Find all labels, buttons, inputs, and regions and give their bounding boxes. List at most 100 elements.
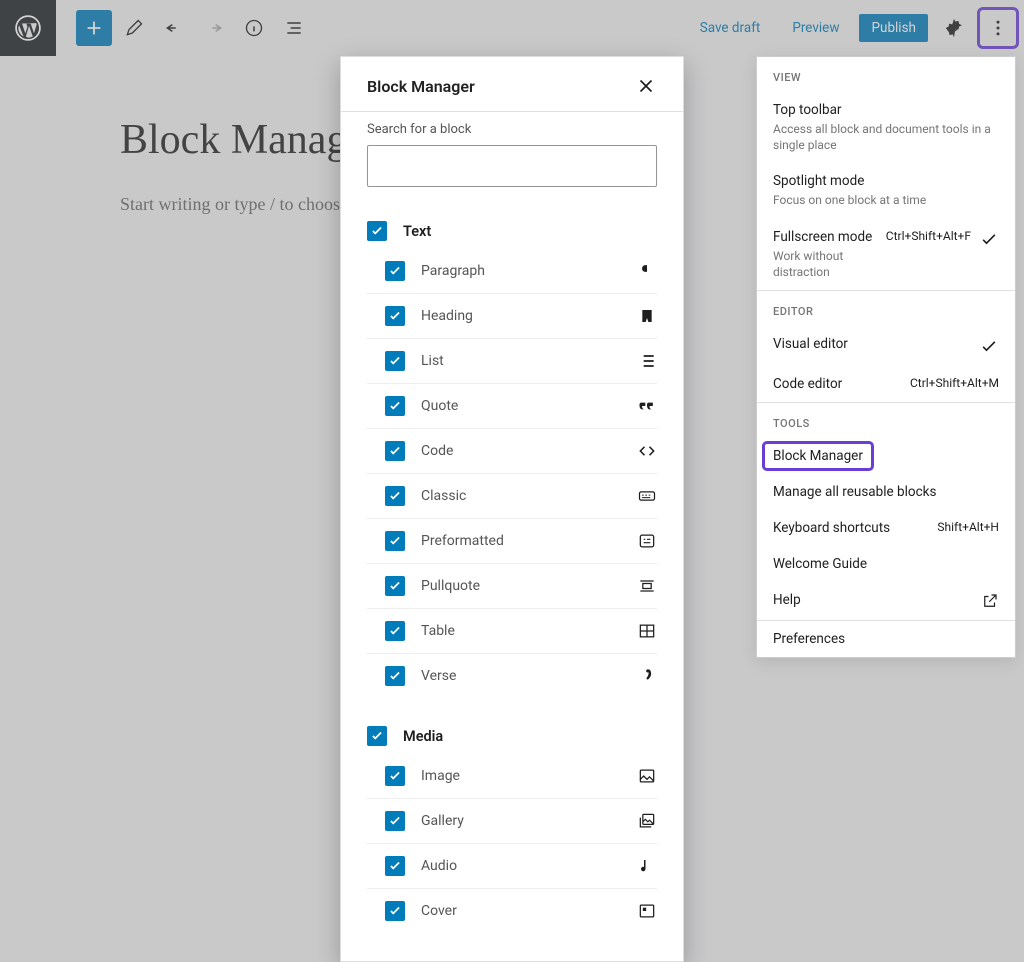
block-label: Audio <box>421 858 621 874</box>
preformatted-icon <box>637 531 657 551</box>
block-item[interactable]: List <box>367 339 657 384</box>
checkbox-checked[interactable] <box>385 766 405 786</box>
checkbox-checked[interactable] <box>385 396 405 416</box>
block-item[interactable]: Table <box>367 609 657 654</box>
paragraph-icon <box>637 261 657 281</box>
menu-fullscreen-mode[interactable]: Fullscreen mode Work without distraction… <box>757 219 1015 290</box>
checkbox-checked[interactable] <box>367 726 387 746</box>
outline-button[interactable] <box>276 10 312 46</box>
block-item[interactable]: Verse <box>367 654 657 698</box>
list-icon <box>637 351 657 371</box>
classic-icon <box>637 486 657 506</box>
table-icon <box>637 621 657 641</box>
block-label: Gallery <box>421 813 621 829</box>
edit-mode-button[interactable] <box>116 10 152 46</box>
modal-title: Block Manager <box>367 77 475 96</box>
menu-welcome-guide[interactable]: Welcome Guide <box>757 546 1015 582</box>
block-item[interactable]: Audio <box>367 844 657 889</box>
audio-icon <box>637 856 657 876</box>
menu-section-editor: Editor <box>757 291 1015 326</box>
block-item[interactable]: Heading <box>367 294 657 339</box>
check-icon <box>979 336 999 356</box>
menu-preferences[interactable]: Preferences <box>757 621 1015 657</box>
add-block-button[interactable] <box>76 10 112 46</box>
search-label: Search for a block <box>367 122 657 137</box>
settings-button[interactable] <box>936 10 972 46</box>
checkbox-checked[interactable] <box>385 901 405 921</box>
save-draft-button[interactable]: Save draft <box>688 14 773 42</box>
block-list[interactable]: Text Paragraph Heading List Quote Code Classic… <box>341 205 683 961</box>
category-name: Media <box>403 728 443 745</box>
block-item[interactable]: Preformatted <box>367 519 657 564</box>
block-item[interactable]: Pullquote <box>367 564 657 609</box>
menu-top-toolbar[interactable]: Top toolbar Access all block and documen… <box>757 92 1015 163</box>
checkbox-checked[interactable] <box>385 306 405 326</box>
checkbox-checked[interactable] <box>385 351 405 371</box>
block-category: Media Image Gallery Audio Cover <box>341 710 683 945</box>
block-label: Image <box>421 768 621 784</box>
cover-icon <box>637 901 657 921</box>
info-button[interactable] <box>236 10 272 46</box>
block-label: Code <box>421 443 621 459</box>
category-header[interactable]: Text <box>367 213 657 249</box>
checkbox-checked[interactable] <box>385 621 405 641</box>
block-item[interactable]: Paragraph <box>367 249 657 294</box>
block-manager-modal: Block Manager Search for a block Text Par… <box>340 56 684 962</box>
checkbox-checked[interactable] <box>385 666 405 686</box>
gallery-icon <box>637 811 657 831</box>
search-input[interactable] <box>367 145 657 187</box>
menu-reusable-blocks[interactable]: Manage all reusable blocks <box>757 474 1015 510</box>
pullquote-icon <box>637 576 657 596</box>
block-label: Quote <box>421 398 621 414</box>
checkbox-checked[interactable] <box>385 531 405 551</box>
checkbox-checked[interactable] <box>385 811 405 831</box>
block-category: Text Paragraph Heading List Quote Code Classic… <box>341 205 683 710</box>
more-options-button[interactable] <box>980 10 1016 46</box>
block-label: Classic <box>421 488 621 504</box>
quote-icon <box>637 396 657 416</box>
verse-icon <box>637 666 657 686</box>
block-item[interactable]: Quote <box>367 384 657 429</box>
category-header[interactable]: Media <box>367 718 657 754</box>
external-link-icon <box>981 592 999 610</box>
block-label: Heading <box>421 308 621 324</box>
menu-keyboard-shortcuts[interactable]: Keyboard shortcuts Shift+Alt+H <box>757 510 1015 546</box>
menu-section-tools: Tools <box>757 403 1015 438</box>
block-label: Table <box>421 623 621 639</box>
menu-block-manager[interactable]: Block Manager <box>757 438 1015 474</box>
menu-section-view: View <box>757 57 1015 92</box>
more-options-menu: View Top toolbar Access all block and do… <box>756 56 1016 658</box>
block-label: List <box>421 353 621 369</box>
block-item[interactable]: Code <box>367 429 657 474</box>
checkbox-checked[interactable] <box>385 856 405 876</box>
preview-button[interactable]: Preview <box>780 14 851 42</box>
block-item[interactable]: Gallery <box>367 799 657 844</box>
checkbox-checked[interactable] <box>385 261 405 281</box>
close-button[interactable] <box>635 75 657 97</box>
check-icon <box>979 229 999 249</box>
block-item[interactable]: Image <box>367 754 657 799</box>
checkbox-checked[interactable] <box>385 486 405 506</box>
block-label: Paragraph <box>421 263 621 279</box>
block-item[interactable]: Classic <box>367 474 657 519</box>
publish-button[interactable]: Publish <box>859 14 928 42</box>
block-label: Pullquote <box>421 578 621 594</box>
image-icon <box>637 766 657 786</box>
checkbox-checked[interactable] <box>367 221 387 241</box>
block-label: Cover <box>421 903 621 919</box>
block-label: Preformatted <box>421 533 621 549</box>
block-label: Verse <box>421 668 621 684</box>
checkbox-checked[interactable] <box>385 441 405 461</box>
menu-visual-editor[interactable]: Visual editor <box>757 326 1015 366</box>
menu-code-editor[interactable]: Code editor Ctrl+Shift+Alt+M <box>757 366 1015 402</box>
menu-spotlight-mode[interactable]: Spotlight mode Focus on one block at a t… <box>757 163 1015 218</box>
wordpress-logo[interactable] <box>0 0 56 56</box>
checkbox-checked[interactable] <box>385 576 405 596</box>
code-icon <box>637 441 657 461</box>
top-toolbar: Save draft Preview Publish <box>0 0 1024 56</box>
redo-button[interactable] <box>196 10 232 46</box>
menu-help[interactable]: Help <box>757 582 1015 620</box>
undo-button[interactable] <box>156 10 192 46</box>
category-name: Text <box>403 223 431 240</box>
block-item[interactable]: Cover <box>367 889 657 933</box>
